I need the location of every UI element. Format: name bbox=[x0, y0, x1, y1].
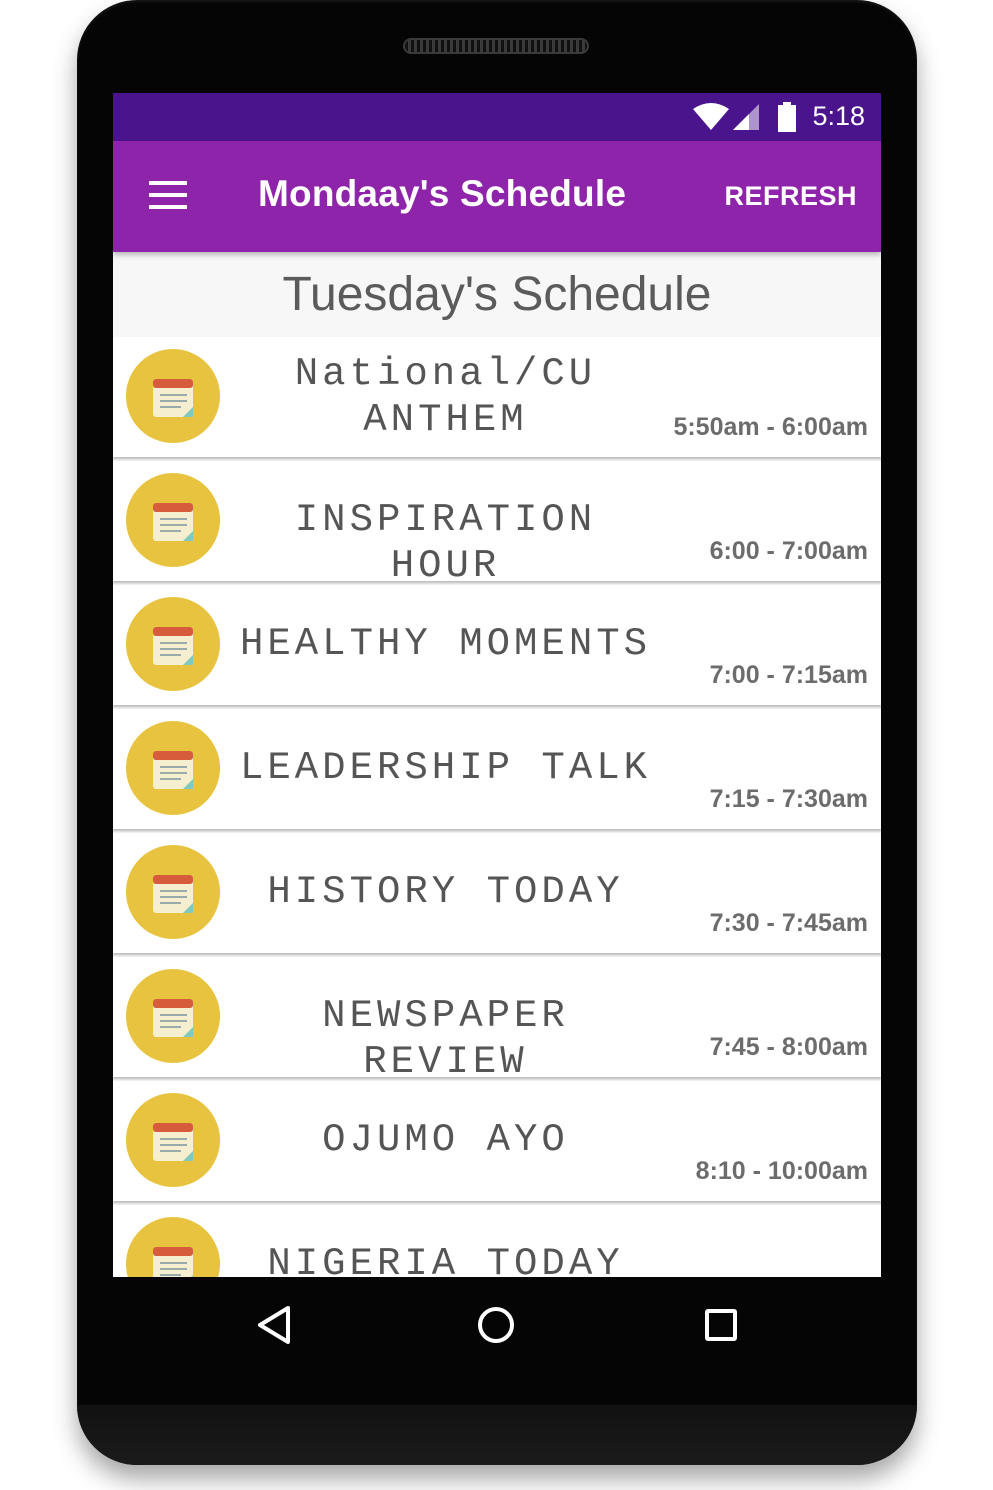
list-item[interactable]: LEADERSHIP TALK 7:15 - 7:30am bbox=[113, 709, 881, 829]
notepad-calendar-icon bbox=[126, 845, 220, 939]
notepad-calendar-icon bbox=[126, 721, 220, 815]
item-time: 5:50am - 6:00am bbox=[673, 413, 868, 441]
phone-chin bbox=[77, 1405, 917, 1465]
refresh-button[interactable]: REFRESH bbox=[724, 181, 857, 212]
list-item[interactable]: OJUMO AYO 8:10 - 10:00am bbox=[113, 1081, 881, 1201]
battery-icon bbox=[778, 102, 796, 132]
screen: 5:18 Mondaay's Schedule REFRESH Tuesday'… bbox=[113, 93, 881, 1277]
wifi-icon bbox=[693, 103, 729, 130]
item-title-line1: National/CU bbox=[294, 352, 597, 396]
list-item[interactable]: INSPIRATION HOUR 6:00 - 7:00am bbox=[113, 461, 881, 588]
circle-home-icon[interactable] bbox=[478, 1307, 514, 1343]
signal-icon bbox=[733, 104, 759, 130]
list-item[interactable]: HEALTHY MOMENTS 7:00 - 7:15am bbox=[113, 585, 881, 705]
list-item[interactable]: NEWSPAPER REVIEW 7:45 - 8:00am bbox=[113, 957, 881, 1084]
list-item[interactable]: HISTORY TODAY 7:30 - 7:45am bbox=[113, 833, 881, 953]
status-bar: 5:18 bbox=[113, 93, 881, 141]
item-title: HISTORY TODAY bbox=[267, 870, 624, 914]
app-title: Mondaay's Schedule bbox=[258, 173, 627, 214]
navigation-bar bbox=[113, 1277, 881, 1373]
item-title: OJUMO AYO bbox=[322, 1118, 569, 1162]
notepad-calendar-icon bbox=[126, 349, 220, 443]
triangle-back-icon[interactable] bbox=[256, 1305, 292, 1345]
schedule-list: National/CU ANTHEM 5:50am - 6:00am INSPI… bbox=[113, 337, 881, 1277]
section-title: Tuesday's Schedule bbox=[113, 252, 881, 337]
notepad-calendar-icon bbox=[126, 969, 220, 1063]
item-time: 6:00 - 7:00am bbox=[709, 537, 868, 565]
app-bar: Mondaay's Schedule REFRESH bbox=[113, 141, 881, 252]
item-time: 7:30 - 7:45am bbox=[709, 909, 868, 937]
notepad-calendar-icon bbox=[126, 473, 220, 567]
item-title: NIGERIA TODAY bbox=[267, 1242, 624, 1277]
item-time: 7:15 - 7:30am bbox=[709, 785, 868, 813]
item-title-line2: ANTHEM bbox=[363, 398, 528, 442]
item-title: HEALTHY MOMENTS bbox=[239, 622, 652, 666]
square-recents-icon[interactable] bbox=[705, 1309, 737, 1341]
notepad-calendar-icon bbox=[126, 1093, 220, 1187]
item-time: 7:45 - 8:00am bbox=[709, 1033, 868, 1061]
notepad-calendar-icon bbox=[126, 1217, 220, 1277]
item-title: LEADERSHIP TALK bbox=[239, 746, 652, 790]
hamburger-menu-icon[interactable] bbox=[149, 181, 189, 209]
list-item[interactable]: National/CU ANTHEM 5:50am - 6:00am bbox=[113, 337, 881, 457]
item-title: NEWSPAPER REVIEW bbox=[322, 994, 569, 1084]
earpiece-speaker bbox=[403, 38, 589, 54]
list-item[interactable]: NIGERIA TODAY bbox=[113, 1205, 881, 1277]
notepad-calendar-icon bbox=[126, 597, 220, 691]
item-time: 8:10 - 10:00am bbox=[695, 1157, 868, 1185]
status-time: 5:18 bbox=[812, 101, 865, 131]
item-title: INSPIRATION HOUR bbox=[294, 498, 597, 588]
item-time: 7:00 - 7:15am bbox=[709, 661, 868, 689]
